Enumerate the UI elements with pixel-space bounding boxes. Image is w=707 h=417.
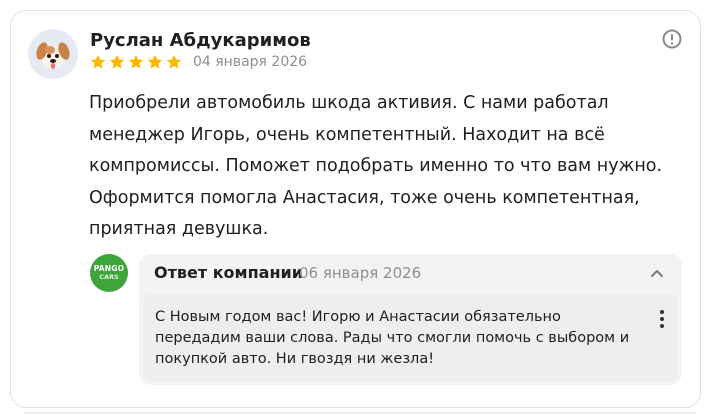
review-text: Приобрели автомобиль шкода активия. С на… — [89, 93, 663, 239]
company-logo[interactable]: PANGO CARS — [90, 254, 128, 292]
reply-body: С Новым годом вас! Игорю и Анастасии обя… — [143, 294, 678, 382]
star-icon — [127, 53, 145, 71]
reply-text: С Новым годом вас! Игорю и Анастасии обя… — [155, 309, 630, 367]
kebab-menu-icon[interactable] — [656, 308, 668, 330]
reply-date: 06 января 2026 — [299, 264, 422, 282]
rating-stars — [89, 53, 183, 71]
puppy-avatar-icon[interactable] — [28, 29, 78, 79]
review-date: 04 января 2026 — [193, 54, 308, 70]
reply-header-toggle[interactable]: Ответ компании 06 января 2026 — [139, 254, 682, 293]
reply-title: Ответ компании — [154, 263, 303, 282]
logo-line-2: CARS — [99, 273, 119, 281]
star-icon — [146, 53, 164, 71]
star-icon — [108, 53, 126, 71]
review-author[interactable]: Руслан Абдукаримов — [90, 30, 311, 51]
company-reply: Ответ компании 06 января 2026 С Новым го… — [139, 254, 682, 385]
star-icon — [165, 53, 183, 71]
logo-line-1: PANGO — [93, 264, 125, 273]
divider — [24, 412, 696, 414]
chevron-up-icon[interactable] — [649, 265, 665, 281]
exclamation-circle-icon[interactable] — [661, 28, 683, 50]
star-icon — [89, 53, 107, 71]
